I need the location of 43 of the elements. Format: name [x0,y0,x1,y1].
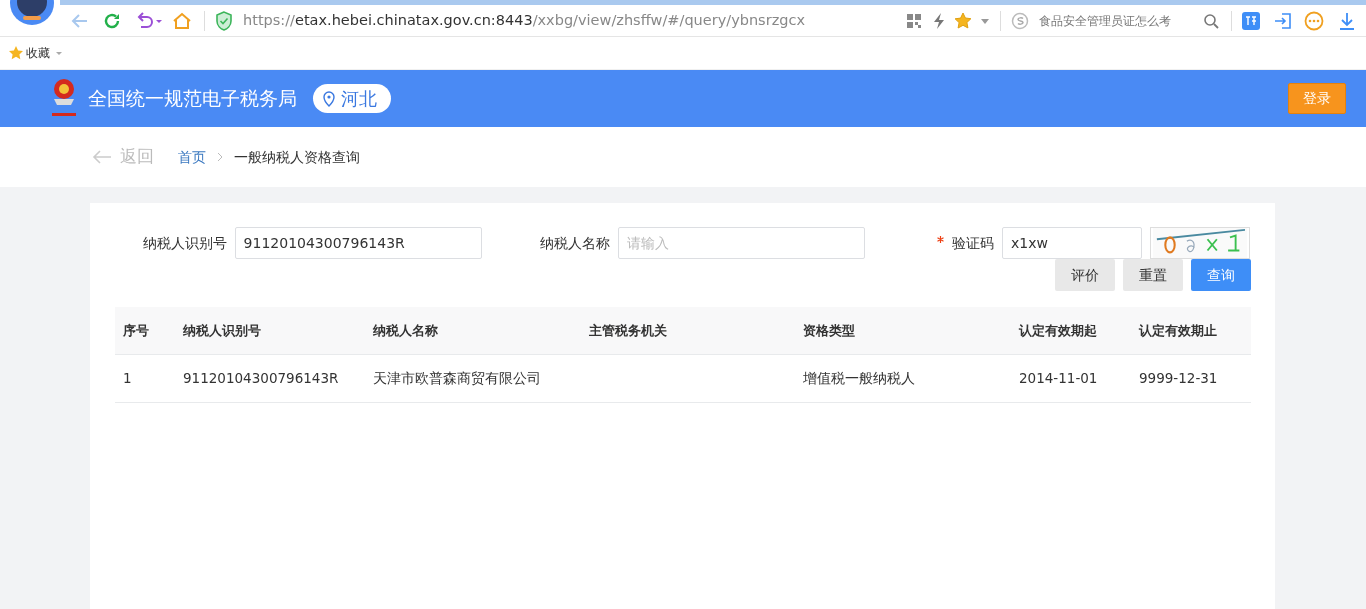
back-arrow-icon[interactable] [92,149,112,165]
more-icon[interactable] [1304,10,1324,31]
star-icon [8,45,24,61]
home-icon[interactable] [172,10,192,31]
field-label: 纳税人识别号 [142,233,227,253]
bookmarks-folder[interactable]: 收藏 [26,44,50,62]
action-button[interactable]: 评价 [1055,259,1115,291]
site-title: 全国统一规范电子税务局 [88,86,297,112]
address-field[interactable]: https://etax.hebei.chinatax.gov.cn:8443/xxbg/view/zhsffw/#/query/ybnsrzgcx [243,9,805,32]
region-selector[interactable]: 河北 [313,84,391,113]
shield-icon [215,10,233,31]
table-cell: 2014-11-01 [1019,369,1098,386]
input-field[interactable]: x1xw [1002,227,1142,259]
location-pin-icon [323,90,335,107]
field-label: 验证码 [937,232,994,254]
table-cell: 天津市欧普森商贸有限公司 [373,369,541,386]
lightning-icon[interactable] [932,11,946,30]
column-header: 序号 [115,307,175,354]
required-icon [937,235,944,243]
search-engine-icon [1011,11,1029,30]
column-header: 认定有效期止 [1131,307,1251,354]
column-header: 资格类型 [795,307,1011,354]
column-header: 纳税人名称 [365,307,581,354]
column-header: 认定有效期起 [1011,307,1131,354]
star-icon[interactable] [954,11,972,30]
search-icon[interactable] [1203,12,1219,29]
breadcrumb-link[interactable]: 首页 [178,146,206,168]
table-cell: 9999-12-31 [1139,369,1218,386]
input-field[interactable]: 请输入 [617,227,865,259]
table-cell: 增值税一般纳税人 [803,369,915,386]
action-button[interactable]: 重置 [1123,259,1183,291]
chevron-icon [216,152,224,162]
column-header: 主管税务机关 [581,307,795,354]
field-label: 纳税人名称 [539,233,610,253]
column-header: 纳税人识别号 [175,307,365,354]
input-field[interactable]: 91120104300796143R [234,227,482,259]
qr-code-icon[interactable] [906,12,922,29]
table-cell: 1 [123,369,132,386]
download-icon[interactable] [1338,11,1356,30]
table-cell: 91120104300796143R [183,369,339,386]
sign-in-icon[interactable] [1274,11,1292,30]
browser-logo-icon [10,0,54,25]
breadcrumb-current: 一般纳税人资格查询 [234,147,360,167]
